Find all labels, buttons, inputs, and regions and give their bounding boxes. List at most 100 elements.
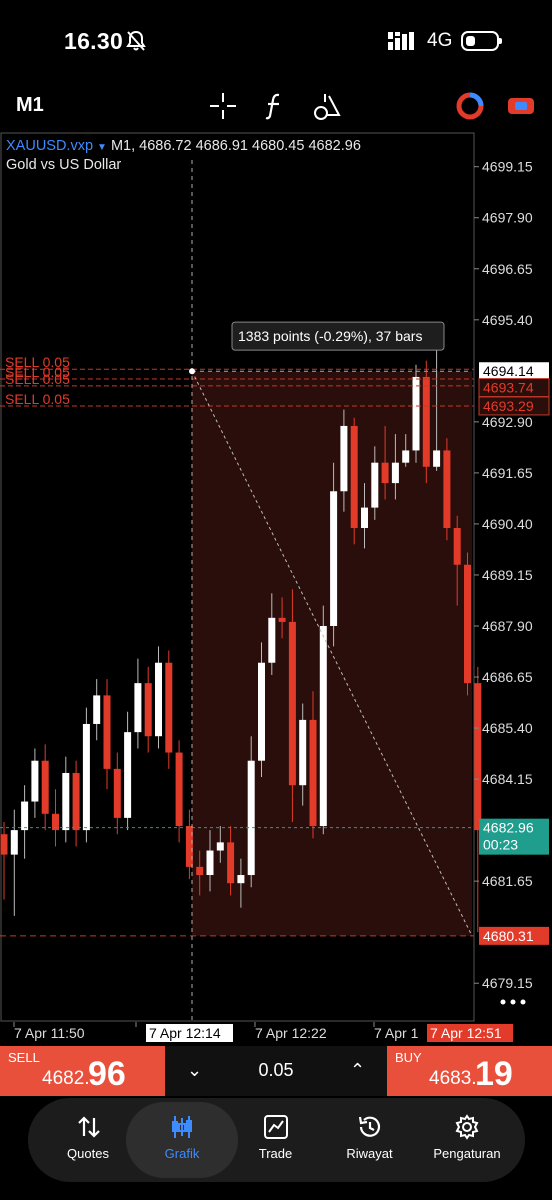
candle-body xyxy=(474,683,482,831)
candle-body xyxy=(93,695,101,724)
lot-increase-icon[interactable]: ⌃ xyxy=(350,1060,365,1081)
time-crosshair-label: 7 Apr 12:14 xyxy=(149,1025,221,1041)
nav-quotes[interactable]: Quotes xyxy=(38,1098,138,1182)
ohlc-values: 4686.72 4686.91 4680.45 4682.96 xyxy=(139,138,361,154)
measure-tooltip: 1383 points (-0.29%), 37 bars xyxy=(238,328,422,344)
candle-body xyxy=(391,462,399,484)
candle-body xyxy=(422,376,430,467)
price-label: 4695.40 xyxy=(482,312,533,328)
candle-body xyxy=(309,719,317,827)
candle-body xyxy=(124,732,132,818)
nav-history[interactable]: Riwayat xyxy=(322,1098,417,1182)
candle-body xyxy=(155,662,162,737)
candle-body xyxy=(443,450,451,529)
buy-price-prefix: 4683. xyxy=(429,1068,477,1089)
crosshair-icon[interactable] xyxy=(207,90,239,122)
measure-start-point xyxy=(189,368,195,375)
candle-body xyxy=(72,772,80,831)
candle-body xyxy=(144,683,152,737)
candle-body xyxy=(0,834,8,855)
current-price-tag: 4682.96 xyxy=(483,820,534,836)
candle-body xyxy=(412,376,420,451)
candle-body xyxy=(206,850,214,876)
nav-chart[interactable]: Grafik xyxy=(126,1102,238,1178)
status-bar: 16.30 4G xyxy=(0,0,552,80)
candle-body xyxy=(299,719,307,786)
candle-body xyxy=(258,662,265,761)
sell-button[interactable]: SELL 4682. 96 xyxy=(0,1046,165,1096)
time-label: 7 Apr 12:22 xyxy=(255,1025,327,1041)
function-icon[interactable] xyxy=(259,90,291,122)
candle-body xyxy=(82,723,90,831)
candle-body xyxy=(278,617,286,622)
sell-price-prefix: 4682. xyxy=(42,1068,90,1089)
symbol-name[interactable]: XAUUSD.vxp xyxy=(6,138,93,154)
bottom-nav: Quotes Grafik Trade Riwayat Pengaturan xyxy=(28,1098,525,1182)
crosshair-price-tag: 4694.14 xyxy=(483,363,534,379)
quotes-icon xyxy=(78,1116,100,1138)
link-icon[interactable] xyxy=(505,90,537,122)
price-label: 4679.15 xyxy=(482,975,533,991)
target-price-tag: 4680.31 xyxy=(483,928,534,944)
candle-body xyxy=(165,662,173,753)
candle-body xyxy=(268,617,276,663)
candle-body xyxy=(361,507,368,529)
order-line-label: SELL 0.05 xyxy=(5,371,70,387)
price-label: 4697.90 xyxy=(482,210,533,226)
candle-body xyxy=(247,760,255,876)
objects-icon[interactable] xyxy=(311,90,343,122)
time-label: 7 Apr 1 xyxy=(374,1025,419,1041)
time-label: 7 Apr 11:50 xyxy=(14,1025,85,1041)
trade-icon xyxy=(264,1115,288,1139)
price-label: 4699.15 xyxy=(482,159,533,175)
price-label: 4690.40 xyxy=(482,516,533,532)
symbol-description: Gold vs US Dollar xyxy=(6,157,122,173)
lot-stepper: ⌄ 0.05 ⌃ xyxy=(165,1046,387,1096)
nav-settings-label: Pengaturan xyxy=(433,1146,501,1161)
buy-price-digits: 19 xyxy=(475,1055,513,1093)
candle-body xyxy=(62,772,70,831)
candle-body xyxy=(10,830,18,855)
candle-body xyxy=(227,842,235,884)
network-type: 4G xyxy=(427,30,453,51)
timeframe-label: M1, xyxy=(110,138,136,154)
sell-label: SELL xyxy=(8,1050,40,1065)
symbol-header[interactable]: XAUUSD.vxp ▼ M1, 4686.72 4686.91 4680.45 4… xyxy=(6,138,361,154)
candle-body xyxy=(402,450,410,463)
candle-body xyxy=(216,842,224,851)
history-icon xyxy=(358,1116,381,1137)
timeframe-button[interactable]: M1 xyxy=(16,94,44,117)
buy-label: BUY xyxy=(395,1050,422,1065)
time-last-label: 7 Apr 12:51 xyxy=(430,1025,502,1041)
price-label: 4686.65 xyxy=(482,669,533,685)
buy-button[interactable]: BUY 4683. 19 xyxy=(387,1046,552,1096)
candle-body xyxy=(464,564,471,684)
more-options-icon xyxy=(510,999,516,1005)
nav-trade[interactable]: Trade xyxy=(228,1098,323,1182)
symbol-dropdown-icon[interactable]: ▼ xyxy=(97,142,107,153)
bar-countdown: 00:23 xyxy=(483,837,518,853)
price-label: 4689.15 xyxy=(482,567,533,583)
account-icon[interactable] xyxy=(454,90,486,122)
candle-body xyxy=(21,801,29,831)
price-label: 4685.40 xyxy=(482,720,533,736)
nav-settings[interactable]: Pengaturan xyxy=(417,1098,517,1182)
price-label: 4692.90 xyxy=(482,414,533,430)
candle-body xyxy=(103,695,111,769)
candle-body xyxy=(134,683,142,733)
price-chart[interactable]: SELL 0.05 SELL 0.05 SELL 0.05 SELL 0.05 1383… xyxy=(0,132,552,1022)
chart-icon xyxy=(172,1116,192,1138)
candle-body xyxy=(350,425,358,529)
candle-body xyxy=(196,866,204,876)
price-label: 4687.90 xyxy=(482,618,533,634)
candlestick-chart[interactable]: SELL 0.05SELL 0.05SELL 0.05SELL 0.051383… xyxy=(0,132,552,1022)
battery-icon xyxy=(461,31,502,51)
candle-body xyxy=(288,621,296,786)
nav-quotes-label: Quotes xyxy=(67,1146,109,1161)
candle-body xyxy=(340,425,348,492)
chart-toolbar: M1 xyxy=(0,82,552,130)
candle-body xyxy=(319,625,327,827)
candle-body xyxy=(371,462,379,508)
muted-bell-icon xyxy=(126,30,146,51)
signal-icon xyxy=(388,32,414,50)
